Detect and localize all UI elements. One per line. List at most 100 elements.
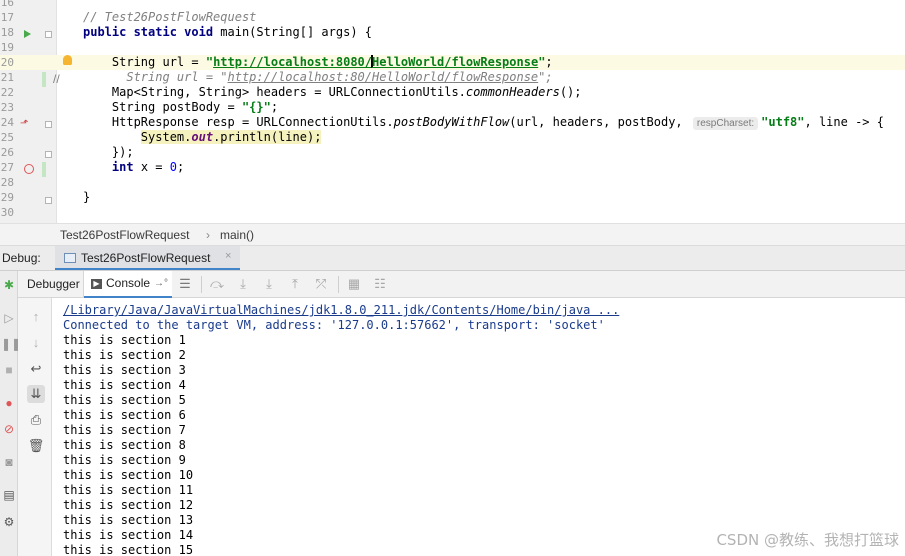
line-number: 25 xyxy=(0,131,14,144)
debug-session-label: Test26PostFlowRequest xyxy=(81,251,211,265)
console-line: this is section 6 xyxy=(63,408,186,422)
watermark: CSDN @教练、我想打篮球 xyxy=(716,531,899,549)
code-line[interactable]: 29} xyxy=(0,190,905,205)
step-over-icon[interactable]: ⤼ xyxy=(209,276,225,292)
tab-console[interactable]: ▶ Console →° xyxy=(84,271,172,298)
code-line[interactable]: 25 System.out.println(line); xyxy=(0,130,905,145)
code-line[interactable]: 24 HttpResponse resp = URLConnectionUtil… xyxy=(0,115,905,130)
breadcrumb-class[interactable]: Test26PostFlowRequest xyxy=(60,224,189,246)
code-line[interactable]: 21 String url = "http://localhost:80/Hel… xyxy=(0,70,905,85)
code-text: System.out.println(line); xyxy=(140,130,322,144)
soft-wrap-icon[interactable]: ↩ xyxy=(27,360,45,378)
down-arrow-icon[interactable]: ↓ xyxy=(27,334,45,352)
application-icon xyxy=(64,253,76,263)
console-line: this is section 2 xyxy=(63,348,186,362)
console-line[interactable]: /Library/Java/JavaVirtualMachines/jdk1.8… xyxy=(63,303,619,318)
debug-header: Debug: Test26PostFlowRequest × xyxy=(0,246,905,271)
debug-label: Debug: xyxy=(2,251,41,265)
code-editor[interactable]: 16 17 // Test26PostFlowRequest 18 public sta… xyxy=(0,0,905,223)
settings-icon[interactable]: ⚙ xyxy=(1,514,17,530)
stop-icon[interactable]: ■ xyxy=(1,362,17,378)
code-line[interactable]: 17 // Test26PostFlowRequest xyxy=(0,10,905,25)
console-side-toolbar: ↑ ↓ ↩ ⇊ ⎙ 🗑 xyxy=(18,298,52,556)
line-number: 16 xyxy=(0,0,14,9)
line-number: 26 xyxy=(0,146,14,159)
line-number: 17 xyxy=(0,11,14,24)
code-line[interactable]: 26 }); xyxy=(0,145,905,160)
code-line[interactable]: 28 xyxy=(0,175,905,190)
code-text: HttpResponse resp = URLConnectionUtils.p… xyxy=(83,115,884,130)
code-line[interactable]: 30 xyxy=(0,205,905,220)
toolbar-separator xyxy=(201,276,202,293)
console-line: this is section 11 xyxy=(63,483,194,497)
code-line[interactable]: 27 int x = 0; xyxy=(0,160,905,175)
camera-icon[interactable]: ◙ xyxy=(1,454,17,470)
toolbar-separator xyxy=(338,276,339,293)
console-icon: ▶ xyxy=(91,279,102,289)
breadcrumb-separator: › xyxy=(206,228,210,242)
override-icon[interactable]: ⬏ xyxy=(20,116,28,131)
console-line: this is section 15 xyxy=(63,543,194,556)
scroll-to-end-icon[interactable]: ⇊ xyxy=(27,385,45,403)
step-into-icon[interactable]: ⤓ xyxy=(235,276,251,292)
code-text: int x = 0; xyxy=(111,160,185,174)
pin-tab-icon[interactable]: →° xyxy=(154,271,168,296)
debug-bug-icon[interactable]: ✱ xyxy=(1,277,17,293)
code-text: } xyxy=(83,190,91,204)
fold-lambda-icon[interactable] xyxy=(45,121,52,128)
mute-breakpoints-icon[interactable]: ⊘ xyxy=(1,421,17,437)
fold-close-icon[interactable] xyxy=(45,197,52,204)
trace-icon[interactable]: ☷ xyxy=(372,276,388,292)
console-line: this is section 5 xyxy=(63,393,186,407)
line-number: 18 xyxy=(0,26,14,39)
drop-frame-icon[interactable]: ⤱ xyxy=(313,276,329,292)
line-number: 22 xyxy=(0,86,14,99)
code-text: public static void main(String[] args) { xyxy=(83,25,372,39)
layout-icon[interactable]: ▤ xyxy=(1,487,17,503)
code-line[interactable]: 22 Map<String, String> headers = URLConn… xyxy=(0,85,905,100)
lightbulb-icon[interactable] xyxy=(63,55,72,65)
console-line: Connected to the target VM, address: '12… xyxy=(63,318,605,332)
threads-menu-icon[interactable]: ☰ xyxy=(177,276,193,292)
change-marker xyxy=(42,72,46,87)
breadcrumb-method[interactable]: main() xyxy=(220,224,254,246)
breakpoint-icon[interactable] xyxy=(24,164,34,174)
line-number: 24 xyxy=(0,116,14,129)
line-number: 20 xyxy=(0,56,14,69)
console-line: this is section 4 xyxy=(63,378,186,392)
fold-end-icon[interactable] xyxy=(45,151,52,158)
comment-marker: // xyxy=(53,72,60,86)
fold-main-icon[interactable] xyxy=(45,31,52,38)
console-line: this is section 1 xyxy=(63,333,186,347)
console-line: this is section 8 xyxy=(63,438,186,452)
evaluate-expression-icon[interactable]: ▦ xyxy=(346,276,362,292)
print-icon[interactable]: ⎙ xyxy=(27,411,45,429)
code-line[interactable]: 18 public static void main(String[] args)… xyxy=(0,25,905,40)
clear-all-icon[interactable]: 🗑 xyxy=(27,437,45,455)
step-out-icon[interactable]: ⤒ xyxy=(287,276,303,292)
close-icon[interactable]: × xyxy=(225,250,231,262)
line-number: 19 xyxy=(0,41,14,54)
line-number: 23 xyxy=(0,101,14,114)
line-number: 28 xyxy=(0,176,14,189)
code-text: String url = "http://localhost:8080/Hell… xyxy=(83,55,553,69)
code-line[interactable]: 23 String postBody = "{}"; xyxy=(0,100,905,115)
up-arrow-icon[interactable]: ↑ xyxy=(27,308,45,326)
console-output[interactable]: /Library/Java/JavaVirtualMachines/jdk1.8… xyxy=(53,298,905,556)
code-text: Map<String, String> headers = URLConnect… xyxy=(83,85,582,99)
console-line: this is section 10 xyxy=(63,468,194,482)
code-line[interactable]: 16 xyxy=(0,0,905,10)
code-text: // Test26PostFlowRequest xyxy=(83,10,257,24)
run-main-icon[interactable] xyxy=(24,30,31,38)
resume-icon[interactable]: ▷ xyxy=(1,310,17,326)
line-number: 29 xyxy=(0,191,14,204)
code-line[interactable]: 20 String url = "http://localhost:8080/H… xyxy=(0,55,905,70)
debug-session-tab[interactable]: Test26PostFlowRequest × xyxy=(55,246,240,270)
line-number: 21 xyxy=(0,71,14,84)
force-step-into-icon[interactable]: ⤓ xyxy=(261,276,277,292)
code-line[interactable]: 19 xyxy=(0,40,905,55)
view-breakpoints-icon[interactable]: ● xyxy=(1,395,17,411)
console-line: this is section 13 xyxy=(63,513,194,527)
pause-icon[interactable]: ❚❚ xyxy=(1,336,21,352)
tab-debugger[interactable]: Debugger xyxy=(18,271,84,298)
